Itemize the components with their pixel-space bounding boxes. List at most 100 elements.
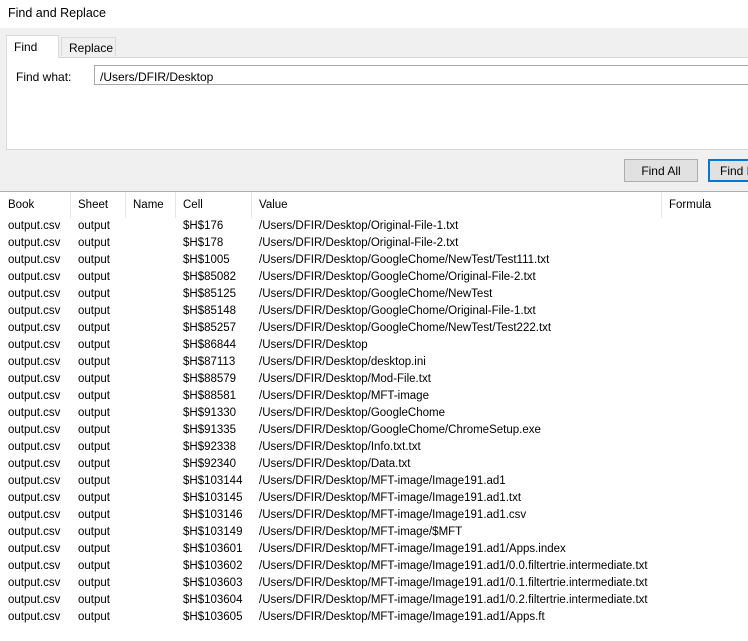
result-row[interactable]: output.csv output $H$91335/Users/DFIR/Desk… [0, 422, 748, 439]
result-value: /Users/DFIR/Desktop/Original-File-1.txt [259, 220, 459, 232]
result-cell: $H$103601 [183, 543, 243, 555]
result-sheet: output [78, 220, 110, 232]
result-row[interactable]: output.csv output $H$103604/Users/DFIR/Des… [0, 592, 748, 609]
result-row[interactable]: output.csv output $H$103149/Users/DFIR/Des… [0, 524, 748, 541]
result-sheet: output [78, 594, 110, 606]
result-row[interactable]: output.csv output $H$85257/Users/DFIR/Desk… [0, 320, 748, 337]
result-cell: $H$178 [183, 237, 224, 249]
tab-find[interactable]: Find [6, 35, 59, 58]
find-panel: Find what: [6, 57, 748, 150]
result-value: /Users/DFIR/Desktop/MFT-image/$MFT [259, 526, 463, 538]
result-value: /Users/DFIR/Desktop/Data.txt [259, 458, 411, 470]
result-cell: $H$103604 [183, 594, 243, 606]
result-book: output.csv [8, 220, 61, 232]
result-cell: $H$88579 [183, 373, 237, 385]
result-book: output.csv [8, 305, 61, 317]
result-value: /Users/DFIR/Desktop/MFT-image [259, 390, 429, 402]
result-row[interactable]: output.csv output $H$87113/Users/DFIR/Desk… [0, 354, 748, 371]
result-cell: $H$103602 [183, 560, 243, 572]
column-header-formula[interactable]: Formula [662, 192, 748, 218]
column-header-sheet[interactable]: Sheet [71, 192, 126, 218]
result-row[interactable]: output.csv output $H$103144/Users/DFIR/Des… [0, 473, 748, 490]
results-rows: output.csv output $H$176/Users/DFIR/Deskto… [0, 218, 748, 626]
result-book: output.csv [8, 509, 61, 521]
find-what-input[interactable] [94, 65, 748, 85]
results-header: Book Sheet Name Cell Value Formula [0, 192, 748, 218]
find-next-button[interactable]: Find Next [708, 159, 748, 182]
result-value: /Users/DFIR/Desktop/MFT-image/Image191.a… [259, 560, 648, 572]
result-row[interactable]: output.csv output $H$85148/Users/DFIR/Desk… [0, 303, 748, 320]
result-value: /Users/DFIR/Desktop/GoogleChome/NewTest/… [259, 322, 552, 334]
result-value: /Users/DFIR/Desktop/Info.txt.txt [259, 441, 421, 453]
result-cell: $H$88581 [183, 390, 237, 402]
result-sheet: output [78, 254, 110, 266]
result-sheet: output [78, 271, 110, 283]
result-book: output.csv [8, 594, 61, 606]
result-row[interactable]: output.csv output $H$92338/Users/DFIR/Desk… [0, 439, 748, 456]
result-value: /Users/DFIR/Desktop/GoogleChome/NewTest [259, 288, 493, 300]
result-row[interactable]: output.csv output $H$103605/Users/DFIR/Des… [0, 609, 748, 626]
result-row[interactable]: output.csv output $H$91330/Users/DFIR/Desk… [0, 405, 748, 422]
result-sheet: output [78, 509, 110, 521]
result-row[interactable]: output.csv output $H$103602/Users/DFIR/Des… [0, 558, 748, 575]
result-book: output.csv [8, 611, 61, 623]
result-row[interactable]: output.csv output $H$178/Users/DFIR/Deskto… [0, 235, 748, 252]
result-book: output.csv [8, 288, 61, 300]
result-cell: $H$91330 [183, 407, 237, 419]
result-book: output.csv [8, 458, 61, 470]
result-value: /Users/DFIR/Desktop/desktop.ini [259, 356, 426, 368]
result-cell: $H$92340 [183, 458, 237, 470]
column-header-book[interactable]: Book [1, 192, 71, 218]
result-sheet: output [78, 492, 110, 504]
result-value: /Users/DFIR/Desktop/MFT-image/Image191.a… [259, 509, 527, 521]
result-value: /Users/DFIR/Desktop [259, 339, 368, 351]
result-value: /Users/DFIR/Desktop/GoogleChome/Original… [259, 305, 536, 317]
result-sheet: output [78, 237, 110, 249]
result-row[interactable]: output.csv output $H$92340/Users/DFIR/Desk… [0, 456, 748, 473]
result-row[interactable]: output.csv output $H$176/Users/DFIR/Deskto… [0, 218, 748, 235]
result-value: /Users/DFIR/Desktop/MFT-image/Image191.a… [259, 543, 566, 555]
result-cell: $H$92338 [183, 441, 237, 453]
result-book: output.csv [8, 373, 61, 385]
result-sheet: output [78, 322, 110, 334]
result-book: output.csv [8, 254, 61, 266]
find-all-button[interactable]: Find All [624, 159, 698, 182]
result-cell: $H$85257 [183, 322, 237, 334]
result-row[interactable]: output.csv output $H$103145/Users/DFIR/Des… [0, 490, 748, 507]
column-header-cell[interactable]: Cell [176, 192, 252, 218]
column-header-name[interactable]: Name [126, 192, 176, 218]
result-sheet: output [78, 458, 110, 470]
result-row[interactable]: output.csv output $H$103146/Users/DFIR/Des… [0, 507, 748, 524]
result-row[interactable]: output.csv output $H$103601/Users/DFIR/Des… [0, 541, 748, 558]
result-sheet: output [78, 407, 110, 419]
result-book: output.csv [8, 339, 61, 351]
result-sheet: output [78, 424, 110, 436]
result-value: /Users/DFIR/Desktop/Mod-File.txt [259, 373, 431, 385]
result-sheet: output [78, 611, 110, 623]
result-sheet: output [78, 305, 110, 317]
window-title: Find and Replace [8, 6, 106, 20]
result-row[interactable]: output.csv output $H$86844/Users/DFIR/Desk… [0, 337, 748, 354]
result-sheet: output [78, 356, 110, 368]
result-value: /Users/DFIR/Desktop/MFT-image/Image191.a… [259, 611, 545, 623]
result-value: /Users/DFIR/Desktop/GoogleChome/NewTest/… [259, 254, 550, 266]
tab-replace[interactable]: Replace [61, 37, 116, 56]
result-row[interactable]: output.csv output $H$88579/Users/DFIR/Desk… [0, 371, 748, 388]
results-list: Book Sheet Name Cell Value Formula outpu… [0, 191, 748, 641]
result-row[interactable]: output.csv output $H$103603/Users/DFIR/Des… [0, 575, 748, 592]
result-row[interactable]: output.csv output $H$1005/Users/DFIR/Deskt… [0, 252, 748, 269]
result-row[interactable]: output.csv output $H$88581/Users/DFIR/Desk… [0, 388, 748, 405]
result-book: output.csv [8, 390, 61, 402]
result-sheet: output [78, 373, 110, 385]
result-cell: $H$103146 [183, 509, 243, 521]
result-cell: $H$103603 [183, 577, 243, 589]
result-value: /Users/DFIR/Desktop/GoogleChome [259, 407, 445, 419]
result-book: output.csv [8, 271, 61, 283]
result-cell: $H$85125 [183, 288, 237, 300]
result-row[interactable]: output.csv output $H$85082/Users/DFIR/Desk… [0, 269, 748, 286]
result-sheet: output [78, 288, 110, 300]
result-book: output.csv [8, 560, 61, 572]
result-value: /Users/DFIR/Desktop/GoogleChome/ChromeSe… [259, 424, 541, 436]
column-header-value[interactable]: Value [252, 192, 662, 218]
result-row[interactable]: output.csv output $H$85125/Users/DFIR/Desk… [0, 286, 748, 303]
